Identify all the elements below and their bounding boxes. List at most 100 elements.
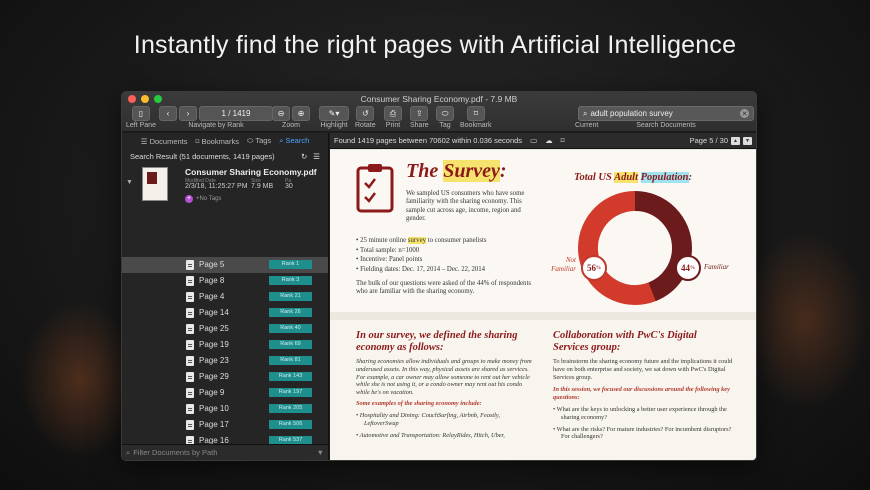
tag-icon: ⬭	[441, 108, 449, 118]
document-date: 2/3/18, 11:25:27 PM	[185, 183, 248, 190]
percent-sign: %	[596, 265, 601, 271]
zoom-in-button[interactable]: ⊕	[292, 106, 310, 121]
page-result-row[interactable]: Page 9 Rank 197	[122, 385, 328, 401]
section-2-text: To brainstorm the sharing economy future…	[553, 358, 733, 381]
next-page-icon[interactable]: ▼	[743, 136, 752, 145]
section-2-title: Collaboration with PwC's Digital Service…	[553, 330, 697, 353]
pdf-bottom-section: In our survey, we defined the sharing ec…	[330, 312, 756, 460]
pdf-page[interactable]: The Survey: We sampled US consumers who …	[330, 150, 756, 460]
page-icon	[186, 276, 194, 286]
share-button[interactable]: ⇪	[410, 106, 429, 121]
section-1-list: Hospitality and Dining: CouchSurfing, Ai…	[356, 412, 536, 443]
title-post: :	[499, 160, 507, 182]
page-indicator: Page 5 / 30 ▲ ▼	[690, 136, 752, 145]
navigate-label: Navigate by Rank	[188, 122, 244, 129]
zoom-out-button[interactable]: ⊖	[272, 106, 290, 121]
chart-title-highlight-2: Population	[640, 172, 689, 183]
refresh-icon[interactable]: ↻	[301, 152, 307, 161]
page-result-row[interactable]: Page 23 Rank 81	[122, 353, 328, 369]
page-result-label: Page 14	[199, 308, 229, 317]
section-1-subheading: Some examples of the sharing economy inc…	[356, 400, 482, 407]
funnel-icon[interactable]: ▼	[317, 448, 324, 457]
page-result-row[interactable]: Page 19 Rank 69	[122, 337, 328, 353]
sort-icon[interactable]: ☰	[313, 152, 320, 161]
search-value: adult population survey	[590, 109, 673, 118]
page-result-label: Page 29	[199, 372, 229, 381]
page-result-row[interactable]: Page 10 Rank 205	[122, 401, 328, 417]
navigate-group: ‹ › 1 / 1419 Navigate by Rank	[159, 106, 273, 129]
highlight-button[interactable]: ✎▾	[319, 106, 349, 121]
bookmark-group: ⌑ Bookmark	[460, 106, 492, 129]
add-tag-icon[interactable]: +	[185, 195, 193, 203]
search-documents-input[interactable]: ⌕ adult population survey ✕	[578, 106, 754, 121]
page-result-label: Page 17	[199, 420, 229, 429]
left-pane-button[interactable]: ▯	[131, 106, 150, 121]
donut-chart	[578, 191, 692, 305]
tab-bookmarks[interactable]: ⌑ Bookmarks	[196, 137, 239, 146]
page-result-label: Page 5	[199, 260, 225, 269]
tab-search[interactable]: ⌕ Search	[279, 136, 309, 146]
section-1-item: Hospitality and Dining: CouchSurfing, Ai…	[356, 412, 536, 428]
document-entry[interactable]: ▼ Consumer Sharing Economy.pdf Modified …	[122, 163, 328, 213]
bookmark-button[interactable]: ⌑	[466, 106, 485, 121]
rank-badge: Rank 205	[269, 404, 312, 413]
page-counter-field[interactable]: 1 / 1419	[199, 106, 273, 121]
bookmark-icon[interactable]: ⌑	[561, 136, 565, 145]
chart-title: Total US Adult Population:	[574, 172, 692, 183]
page-icon	[186, 420, 194, 430]
print-button[interactable]: ⎙	[384, 106, 402, 121]
document-name: Consumer Sharing Economy.pdf	[185, 167, 317, 177]
prev-page-icon[interactable]: ▲	[731, 136, 740, 145]
search-label: Search Documents	[636, 122, 696, 129]
section-2-subheading: In this session, we focused our discussi…	[553, 386, 730, 401]
page-icon	[186, 356, 194, 366]
rank-badge: Rank 3	[269, 276, 312, 285]
page-result-row[interactable]: Page 29 Rank 143	[122, 369, 328, 385]
headline: Instantly find the right pages with Arti…	[133, 31, 737, 59]
document-viewer: Found 1419 pages between 70602 within 0.…	[330, 133, 756, 460]
clear-search-icon[interactable]: ✕	[740, 109, 749, 118]
tab-documents[interactable]: ☰ Documents	[141, 137, 188, 146]
share-label: Share	[410, 122, 429, 129]
rank-badge: Rank 81	[269, 356, 312, 365]
percent-not-familiar: 56%	[581, 255, 607, 281]
page-result-label: Page 23	[199, 356, 229, 365]
bookmark-icon: ⌑	[473, 109, 478, 118]
percent-familiar-value: 44	[681, 263, 690, 273]
rank-badge: Rank 26	[269, 308, 312, 317]
survey-bullets: 25 minute online survey to consumer pane…	[356, 236, 487, 274]
background-glow-right	[740, 230, 870, 410]
folder-icon[interactable]: ▭	[530, 136, 537, 145]
next-rank-button[interactable]: ›	[179, 106, 197, 121]
bullet-1: 25 minute online survey to consumer pane…	[356, 236, 487, 246]
chevron-left-icon: ‹	[166, 109, 170, 118]
tab-tags[interactable]: ⬭ Tags	[247, 136, 271, 146]
rank-badge: Rank 1	[269, 260, 312, 269]
document-tags[interactable]: + +No Tags	[185, 195, 221, 203]
page-result-row[interactable]: Page 14 Rank 26	[122, 305, 328, 321]
tag-button[interactable]: ⬭	[436, 106, 454, 121]
tab-search-label: Search	[285, 136, 310, 145]
chart-title-pre: Total US	[574, 172, 615, 183]
page-icon	[186, 324, 194, 334]
page-result-row[interactable]: Page 8 Rank 3	[122, 273, 328, 289]
print-label: Print	[385, 122, 401, 129]
page-result-row[interactable]: Page 5 Rank 1	[122, 257, 328, 273]
cloud-icon[interactable]: ☁	[545, 136, 553, 145]
bullet-4: Fielding dates: Dec. 17, 2014 – Dec. 22,…	[356, 265, 487, 275]
page-icon	[186, 308, 194, 318]
search-result-header: Search Result (51 documents, 1419 pages)…	[122, 149, 328, 163]
rotate-group: ↺ Rotate	[355, 106, 376, 129]
page-result-row[interactable]: Page 17 Rank 506	[122, 417, 328, 433]
disclosure-triangle-icon[interactable]: ▼	[126, 179, 133, 186]
highlight-group: ✎▾ Highlight	[319, 106, 349, 129]
page-result-row[interactable]: Page 25 Rank 40	[122, 321, 328, 337]
bookmark-icon: ⌑	[195, 136, 200, 146]
zoom-label: Zoom	[282, 122, 300, 129]
rotate-button[interactable]: ↺	[356, 106, 375, 121]
percent-not-familiar-value: 56	[587, 263, 596, 273]
search-icon: ⌕	[279, 136, 284, 145]
filter-documents-input[interactable]: Filter Documents by Path	[133, 448, 313, 457]
prev-rank-button[interactable]: ‹	[159, 106, 177, 121]
page-result-row[interactable]: Page 4 Rank 21	[122, 289, 328, 305]
